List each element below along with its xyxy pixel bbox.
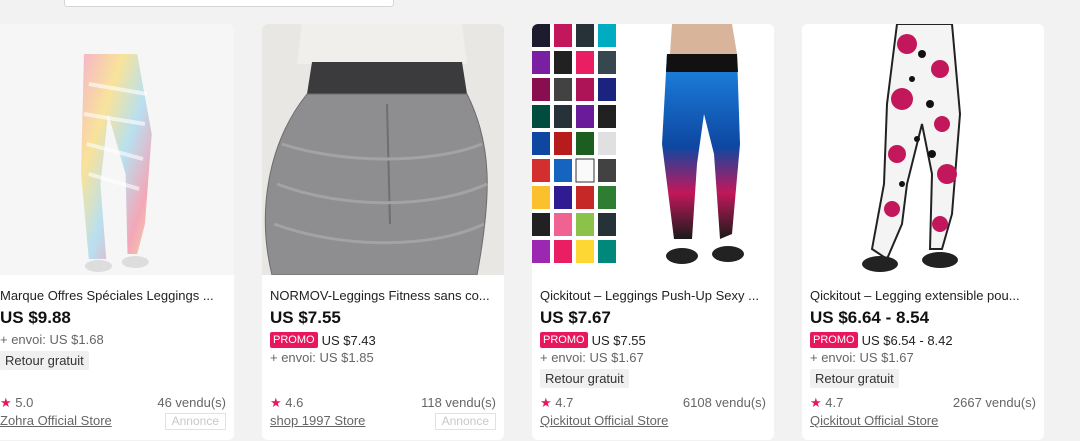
shipping-cost: + envoi: US $1.68 (0, 332, 104, 347)
sold-count: 6108 vendu(s) (682, 395, 766, 410)
free-return-badge: Retour gratuit (540, 369, 629, 388)
star-icon: ★ (810, 395, 822, 410)
promo-row: PROMO US $7.43 (270, 332, 376, 348)
shipping-cost: + envoi: US $1.67 (540, 350, 644, 365)
ad-badge: Annonce (434, 413, 496, 430)
free-return-badge: Retour gratuit (0, 351, 89, 370)
rating-value: 4.7 (555, 395, 574, 410)
star-icon: ★ (540, 395, 552, 410)
promo-badge: PROMO (810, 332, 858, 348)
product-title[interactable]: Qickitout – Legging extensible pou... (810, 288, 1044, 303)
sold-count: 2667 vendu(s) (952, 395, 1036, 410)
product-rating: ★ 4.6 (270, 395, 303, 411)
promo-price: US $6.54 - 8.42 (861, 332, 953, 348)
ad-badge: Annonce (164, 413, 226, 430)
product-price: US $9.88 (0, 308, 71, 327)
promo-badge: PROMO (270, 332, 318, 348)
shipping-cost: + envoi: US $1.85 (270, 350, 374, 365)
shipping-cost: + envoi: US $1.67 (810, 350, 914, 365)
product-rating: ★ 5.0 (0, 395, 33, 411)
star-icon: ★ (270, 395, 282, 410)
product-title[interactable]: NORMOV-Leggings Fitness sans co... (270, 288, 504, 303)
product-title[interactable]: Qickitout – Leggings Push-Up Sexy ... (540, 288, 774, 303)
rating-value: 5.0 (15, 395, 34, 410)
promo-row: PROMO US $6.54 - 8.42 (810, 332, 953, 348)
product-rating: ★ 4.7 (540, 395, 573, 411)
search-bar[interactable] (64, 0, 394, 7)
star-icon: ★ (0, 395, 12, 410)
store-link[interactable]: shop 1997 Store (270, 413, 365, 428)
product-card[interactable]: Qickitout – Legging extensible pou... US… (802, 24, 1044, 440)
product-price: US $7.67 (540, 308, 611, 327)
product-card[interactable]: NORMOV-Leggings Fitness sans co... US $7… (262, 24, 504, 440)
promo-price: US $7.55 (591, 332, 646, 348)
store-link[interactable]: Zohra Official Store (0, 413, 112, 428)
product-price: US $7.55 (270, 308, 341, 327)
store-link[interactable]: Qickitout Official Store (810, 413, 938, 428)
product-rating: ★ 4.7 (810, 395, 843, 411)
store-link[interactable]: Qickitout Official Store (540, 413, 668, 428)
sold-count: 118 vendu(s) (421, 395, 496, 410)
sold-count: 46 vendu(s) (157, 395, 226, 410)
product-card[interactable]: Qickitout – Leggings Push-Up Sexy ... US… (532, 24, 774, 440)
promo-price: US $7.43 (321, 332, 376, 348)
product-title[interactable]: Marque Offres Spéciales Leggings ... (0, 288, 234, 303)
free-return-badge: Retour gratuit (810, 369, 899, 388)
rating-value: 4.7 (825, 395, 844, 410)
promo-row: PROMO US $7.55 (540, 332, 646, 348)
promo-badge: PROMO (540, 332, 588, 348)
product-card[interactable]: Marque Offres Spéciales Leggings ... US … (0, 24, 234, 440)
rating-value: 4.6 (285, 395, 304, 410)
product-price: US $6.64 - 8.54 (810, 308, 930, 327)
